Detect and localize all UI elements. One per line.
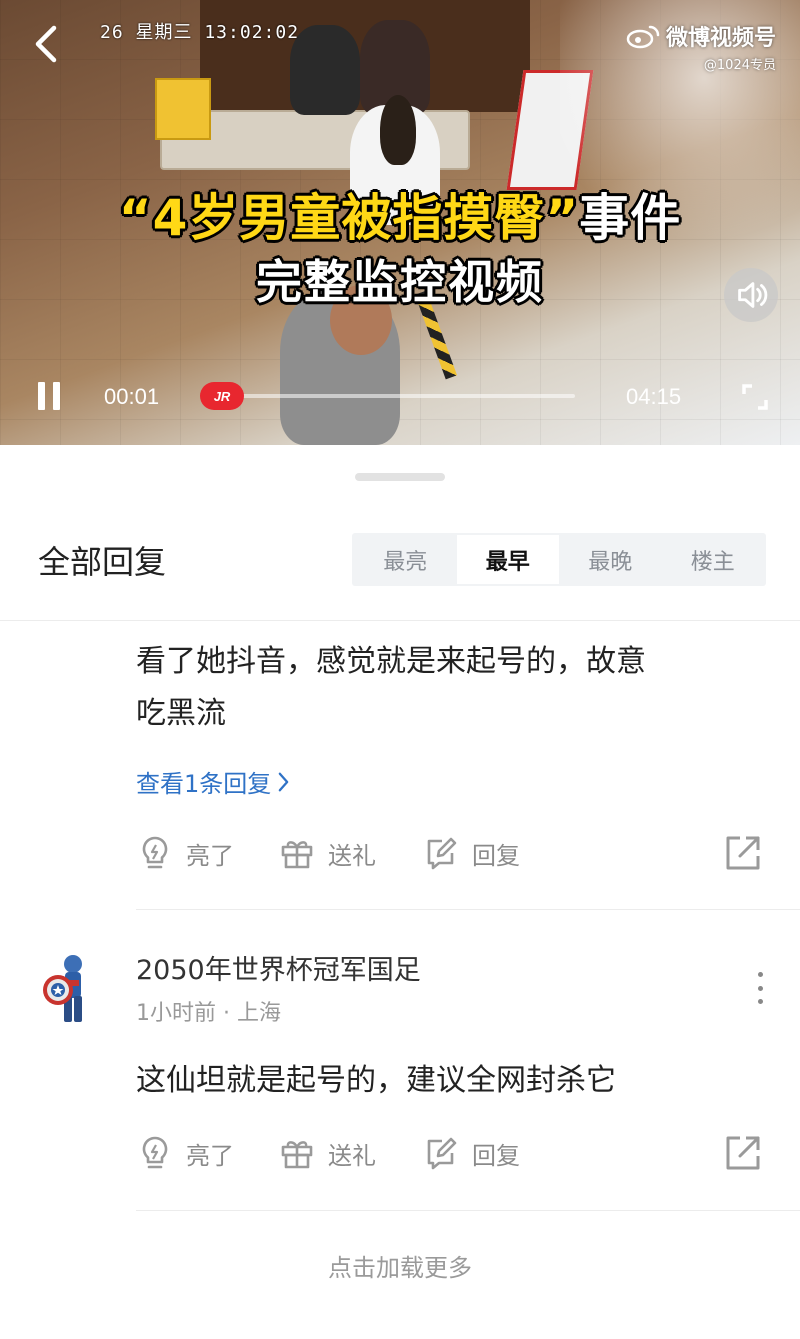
video-controls: 00:01 JR 04:15 (0, 370, 800, 425)
lightbulb-icon (142, 1136, 168, 1169)
cctv-timestamp: 26 星期三 13:02:02 (100, 22, 300, 43)
sort-tab-latest[interactable]: 最晚 (559, 535, 662, 584)
comment-location: 上海 (237, 1001, 282, 1026)
share-icon (726, 836, 760, 870)
comment-text-line: 看了她抖音，感觉就是来起号的，故意 (136, 644, 646, 679)
meta-separator: · (223, 1001, 230, 1026)
share-icon (726, 1136, 760, 1170)
total-time: 04:15 (626, 384, 682, 409)
reply-button[interactable]: 回复 (422, 1130, 520, 1176)
gift-icon (281, 1141, 313, 1169)
video-headline: “4岁男童被指摸臀”事件 (0, 178, 800, 250)
replies-title: 全部回复 (38, 543, 167, 581)
more-options-button[interactable] (750, 968, 770, 1008)
comment-divider (136, 1210, 800, 1211)
headline-quote-open: “ (118, 189, 153, 247)
like-label: 亮了 (186, 841, 234, 870)
comment-text: 看了她抖音，感觉就是来起号的，故意 吃黑流 (136, 636, 776, 740)
lightbulb-icon (142, 836, 168, 869)
fullscreen-icon (742, 384, 768, 410)
headline-tail: 事件 (579, 189, 682, 247)
video-subheadline: 完整监控视频 (256, 255, 544, 309)
reply-label: 回复 (472, 1141, 520, 1170)
sort-tab-earliest[interactable]: 最早 (456, 535, 559, 584)
avatar[interactable] (40, 950, 100, 1028)
fullscreen-button[interactable] (738, 380, 772, 414)
share-button[interactable] (722, 1132, 764, 1174)
comment-actions: 亮了 送礼 回复 (0, 1130, 800, 1176)
comment-text: 这仙坦就是起号的，建议全网封杀它 (136, 1055, 776, 1107)
volume-button[interactable] (724, 268, 778, 322)
headline-main: 4岁男童被指摸臀 (152, 189, 546, 247)
comment-actions: 亮了 送礼 回复 (0, 830, 800, 876)
pause-button[interactable] (36, 382, 62, 410)
sort-tab-op[interactable]: 楼主 (662, 535, 765, 584)
avatar-image (43, 955, 82, 1022)
progress-bar[interactable] (205, 394, 575, 398)
sort-tab-brightest[interactable]: 最亮 (354, 535, 457, 584)
headline-quote-close: ” (545, 189, 580, 247)
load-more-button[interactable]: 点击加载更多 (0, 1248, 800, 1283)
gift-icon (281, 841, 313, 869)
more-vertical-icon (757, 972, 763, 1004)
reply-label: 回复 (472, 841, 520, 870)
comment-meta: 1小时前 · 上海 (136, 995, 281, 1027)
view-replies-label: 查看1条回复 (136, 770, 272, 798)
comment-divider (136, 909, 800, 910)
chevron-right-icon (278, 772, 289, 791)
comment-time: 1小时前 (136, 1001, 216, 1026)
edit-icon (427, 837, 457, 870)
back-icon (35, 25, 57, 63)
like-button[interactable]: 亮了 (136, 830, 234, 876)
back-button[interactable] (28, 22, 68, 66)
edit-icon (427, 1137, 457, 1170)
weibo-logo-icon (626, 25, 660, 49)
comment-text-line: 这仙坦就是起号的，建议全网封杀它 (136, 1063, 616, 1098)
progress-thumb[interactable]: JR (200, 382, 244, 410)
current-time: 00:01 (104, 384, 160, 409)
like-label: 亮了 (186, 1141, 234, 1170)
like-button[interactable]: 亮了 (136, 1130, 234, 1176)
volume-icon (738, 282, 768, 308)
gift-button[interactable]: 送礼 (278, 1130, 376, 1176)
view-replies-link[interactable]: 查看1条回复 (136, 764, 290, 799)
username[interactable]: 2050年世界杯冠军国足 (136, 948, 421, 987)
share-button[interactable] (722, 832, 764, 874)
gift-button[interactable]: 送礼 (278, 830, 376, 876)
replies-header: 全部回复 最亮 最早 最晚 楼主 (0, 520, 800, 600)
video-frame-hair (380, 95, 416, 165)
gift-label: 送礼 (328, 1141, 376, 1170)
watermark-title: 微博视频号 (665, 26, 776, 51)
video-frame-box (155, 78, 211, 140)
video-frame-person (290, 25, 360, 115)
sort-tabs: 最亮 最早 最晚 楼主 (352, 533, 766, 586)
reply-button[interactable]: 回复 (422, 830, 520, 876)
comment-text-line: 吃黑流 (136, 696, 226, 731)
header-divider (0, 620, 800, 621)
watermark: 微博视频号 @1024专员 (626, 20, 776, 73)
gift-label: 送礼 (328, 841, 376, 870)
watermark-handle: @1024专员 (703, 58, 776, 73)
sheet-drag-handle[interactable] (355, 473, 445, 481)
video-player[interactable]: 26 星期三 13:02:02 微博视频号 @1024专员 “4岁男童被指摸臀”… (0, 0, 800, 445)
